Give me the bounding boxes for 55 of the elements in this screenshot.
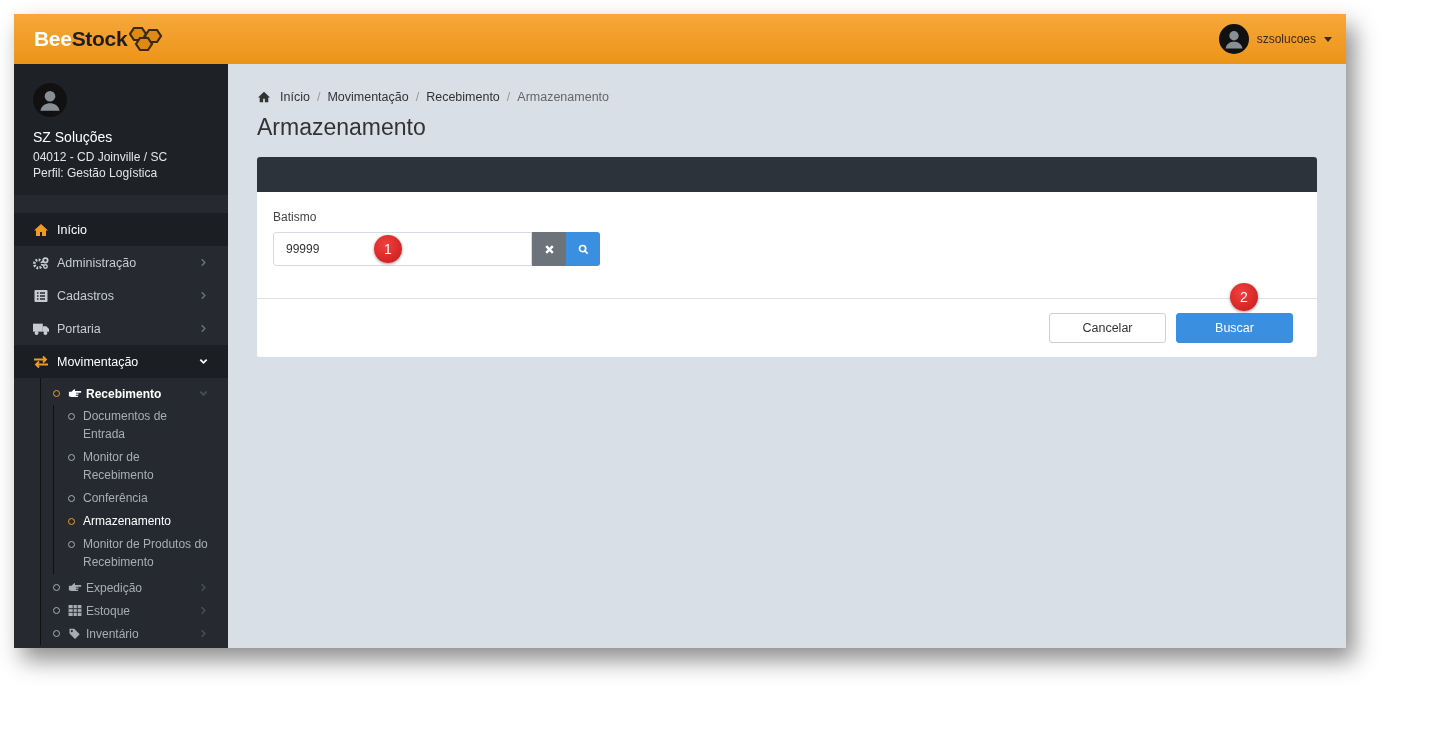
submenu-item[interactable]: Monitor de Produtos do Recebimento	[54, 533, 228, 574]
submenu-item[interactable]: Monitor de Recebimento	[54, 446, 228, 487]
gears-icon	[33, 255, 49, 270]
clear-button[interactable]	[532, 232, 566, 266]
search-button[interactable]	[566, 232, 600, 266]
callout-marker: 2	[1230, 283, 1258, 311]
menu-item[interactable]: Portaria	[14, 312, 228, 345]
list-icon	[33, 288, 49, 303]
breadcrumb-separator: /	[316, 90, 321, 104]
caret-icon	[1324, 36, 1332, 42]
home-icon	[33, 222, 49, 237]
breadcrumb-link[interactable]: Movimentação	[327, 90, 409, 104]
chevron-icon	[199, 357, 208, 366]
hand-icon	[68, 582, 82, 593]
table-icon	[68, 605, 82, 616]
chevron-icon	[199, 389, 208, 398]
tag-icon	[68, 628, 82, 639]
close-icon	[543, 243, 555, 255]
submenu-item[interactable]: Expedição	[41, 576, 228, 599]
honeycomb-icon	[129, 26, 164, 52]
exchange-icon	[33, 354, 49, 369]
submenu-item[interactable]: Estoque	[41, 599, 228, 622]
user-menu[interactable]: szsolucoes	[1218, 24, 1332, 54]
menu-item[interactable]: Cadastros	[14, 279, 228, 312]
chevron-icon	[199, 258, 208, 267]
submenu-item[interactable]: Documentos de Entrada	[54, 405, 228, 446]
search-icon	[577, 243, 589, 255]
submenu-item[interactable]: Conferência	[54, 487, 228, 510]
chevron-icon	[199, 583, 208, 592]
chevron-icon	[199, 629, 208, 638]
chevron-icon	[199, 606, 208, 615]
breadcrumb-separator: /	[415, 90, 420, 104]
home-icon	[257, 91, 271, 103]
avatar-icon	[1218, 24, 1249, 54]
submenu-item[interactable]: Armazenamento	[54, 510, 228, 533]
unit-text: 04012 - CD Joinville / SC	[33, 149, 169, 165]
avatar-icon	[33, 83, 67, 117]
menu-item[interactable]: Movimentação	[14, 345, 228, 378]
hand-icon	[68, 388, 82, 399]
chevron-icon	[199, 291, 208, 300]
breadcrumb-separator: /	[506, 90, 511, 104]
submenu-item[interactable]: Inventário	[41, 622, 228, 645]
chevron-icon	[199, 324, 208, 333]
truck-icon	[33, 321, 49, 336]
cancel-button[interactable]: Cancelar	[1049, 313, 1166, 343]
page-title: Armazenamento	[257, 114, 427, 141]
breadcrumb-link[interactable]: Início	[280, 90, 310, 104]
breadcrumb-link[interactable]: Recebimento	[426, 90, 500, 104]
company-name: SZ Soluções	[33, 129, 114, 145]
field-label: Batismo	[273, 210, 318, 224]
role-text: Perfil: Gestão Logística	[33, 165, 159, 181]
menu-item[interactable]: Início	[14, 213, 228, 246]
submenu-item[interactable]: Recebimento	[41, 382, 228, 405]
logo[interactable]: BeeStock	[34, 27, 128, 51]
menu-item[interactable]: Administração	[14, 246, 228, 279]
